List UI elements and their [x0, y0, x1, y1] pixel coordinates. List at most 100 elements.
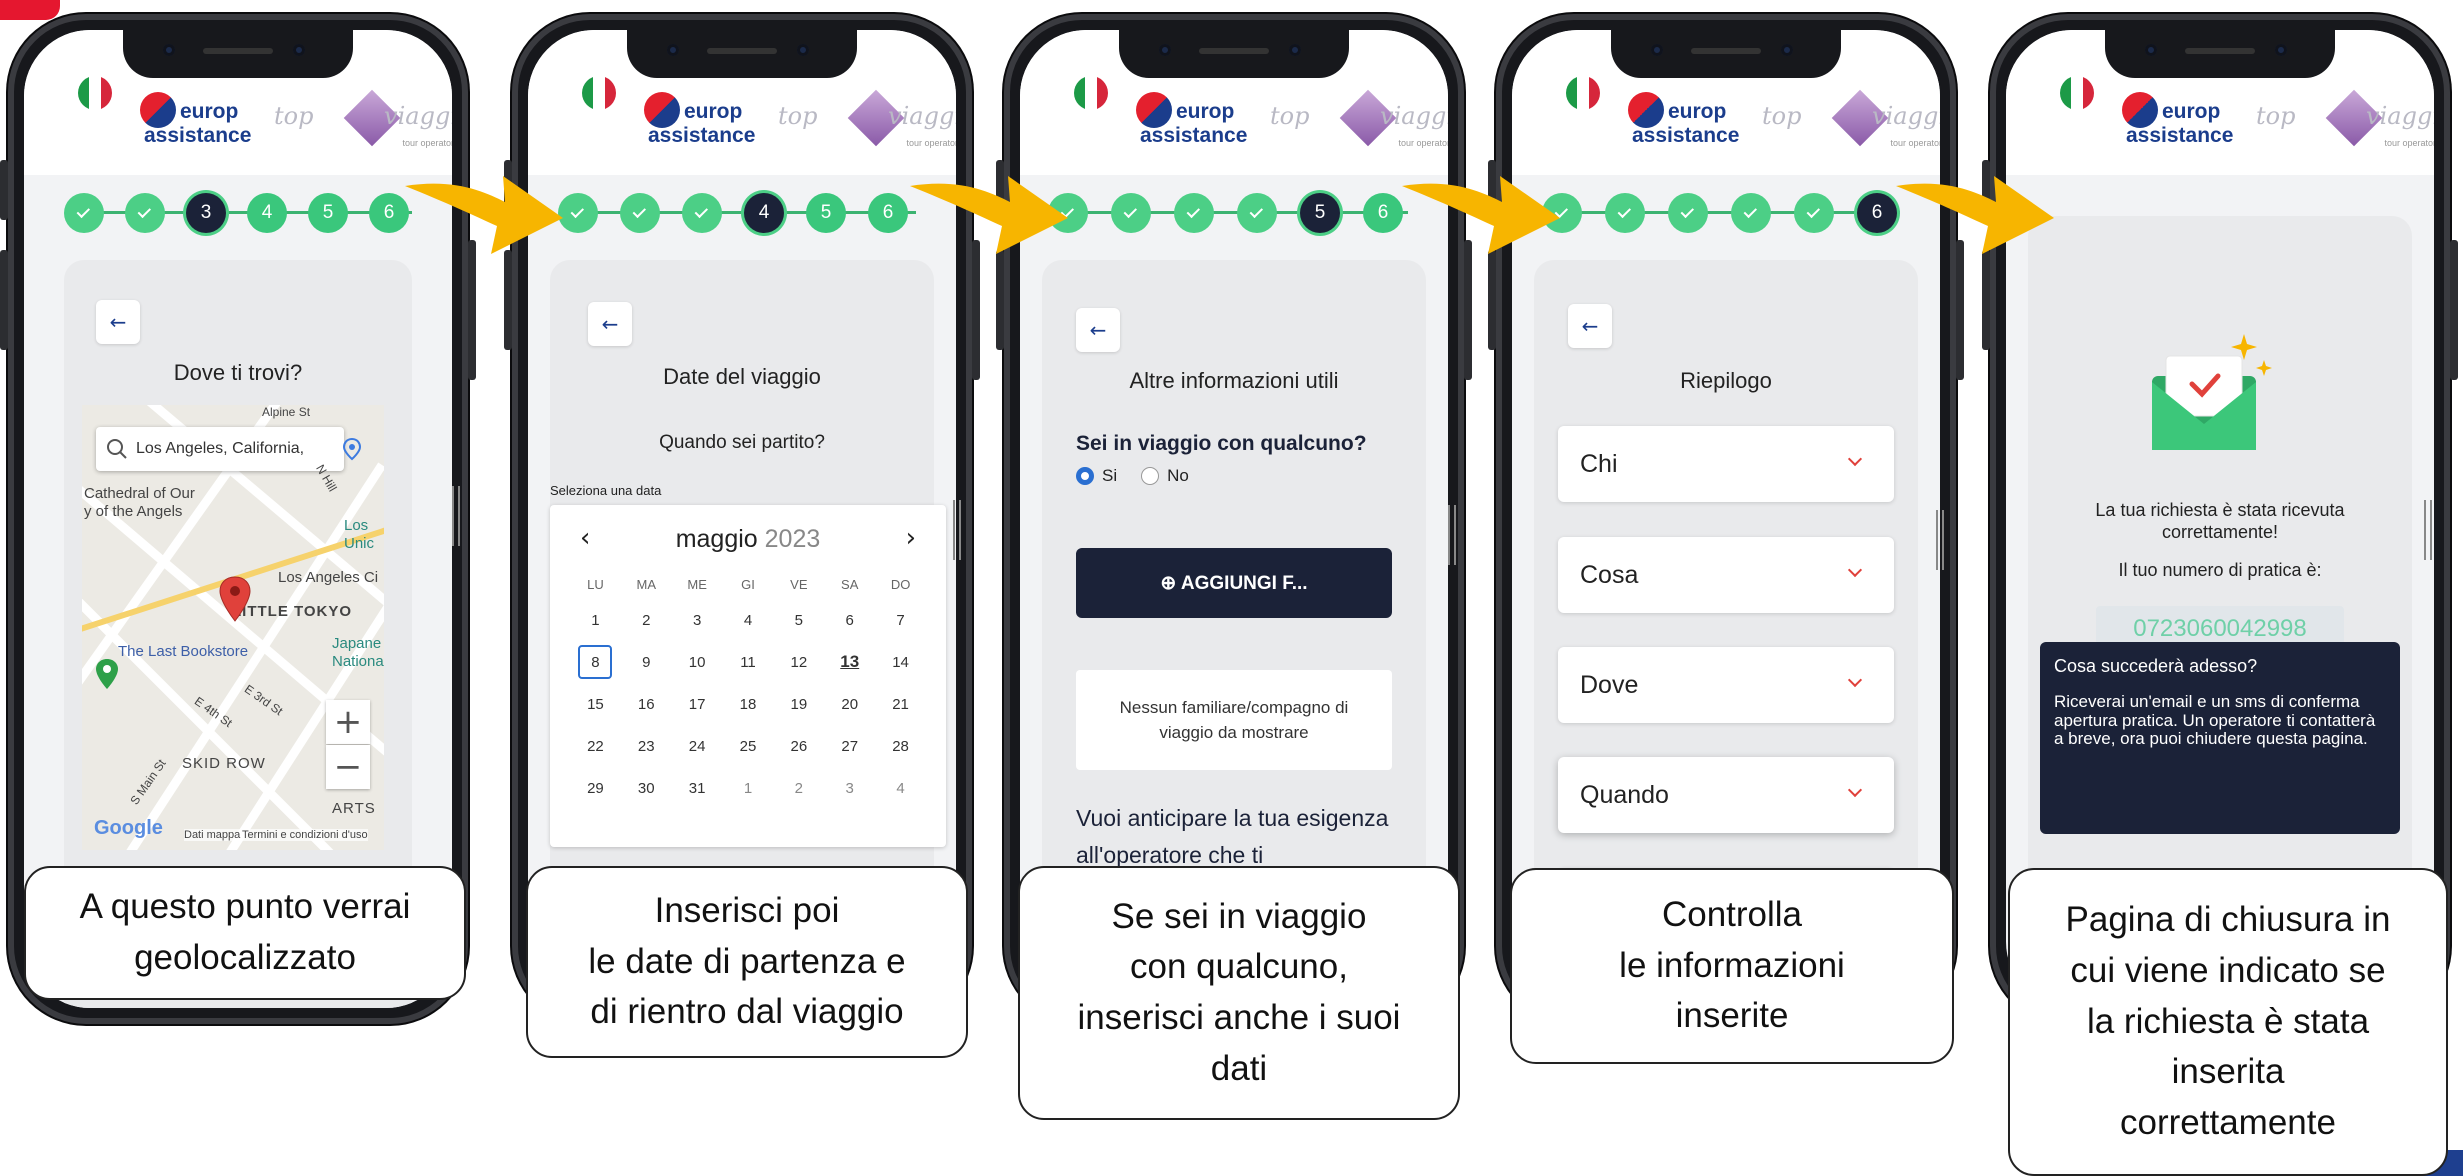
radio-yes[interactable] [1076, 467, 1094, 485]
next-arrow-icon [1896, 176, 2054, 254]
europ-assistance-logo: europ assistance [2122, 92, 2242, 162]
radio-no[interactable] [1141, 467, 1160, 485]
screen-companions: europ assistance top viaggi tour operator 5… [1020, 30, 1448, 1008]
calendar-day[interactable]: 26 [773, 725, 824, 767]
step-5-done-icon [1794, 193, 1834, 233]
europ-assistance-logo: europ assistance [644, 92, 764, 162]
step-3-done-icon [682, 193, 722, 233]
map-data-link[interactable]: Dati mappa [184, 829, 241, 841]
search-icon [107, 439, 127, 459]
summary-section-cosa[interactable]: Cosa [1558, 537, 1894, 613]
summary-section-dove[interactable]: Dove [1558, 647, 1894, 723]
back-button[interactable]: ← [1076, 308, 1120, 352]
location-pin-icon[interactable] [342, 437, 362, 461]
scroll-handle[interactable] [452, 486, 460, 546]
step-6: 6 [369, 193, 409, 233]
calendar-day-today[interactable]: 13 [824, 641, 875, 683]
next-month-button[interactable]: › [906, 523, 916, 553]
calendar[interactable]: ‹ maggio 2023 › LU MA ME GI VE SA DO 1 2 3 4 5 6 7 8 9 1… [550, 505, 946, 847]
calendar-day[interactable]: 19 [773, 683, 824, 725]
zoom-in-button[interactable]: + [326, 700, 370, 744]
calendar-day[interactable]: 20 [824, 683, 875, 725]
map-search-input[interactable]: Los Angeles, California, [96, 427, 344, 471]
calendar-day[interactable]: 17 [672, 683, 723, 725]
caption-step-4: Controlla le informazioni inserite [1510, 868, 1954, 1064]
calendar-day[interactable]: 3 [824, 767, 875, 809]
back-button[interactable]: ← [1568, 304, 1612, 348]
calendar-day[interactable]: 31 [672, 767, 723, 809]
step-4: 4 [247, 193, 287, 233]
calendar-day[interactable]: 16 [621, 683, 672, 725]
summary-section-chi[interactable]: Chi [1558, 426, 1894, 502]
top-viaggi-logo: top viaggi tour operator [274, 86, 452, 166]
next-steps-panel: Cosa succederà adesso? Riceverai un'emai… [2040, 642, 2400, 834]
map-terms-link[interactable]: Termini e condizioni d'uso [242, 829, 368, 841]
step-6-current: 6 [1857, 193, 1897, 233]
calendar-day-selected[interactable]: 8 [570, 641, 621, 683]
calendar-day[interactable]: 14 [875, 641, 926, 683]
zoom-out-button[interactable]: − [326, 745, 370, 789]
calendar-day[interactable]: 28 [875, 725, 926, 767]
weekday-header: ME [687, 576, 707, 592]
page-title: Altre informazioni utili [1129, 368, 1339, 393]
brand-corner-red [0, 0, 60, 20]
calendar-day[interactable]: 11 [723, 641, 774, 683]
calendar-day[interactable]: 2 [621, 599, 672, 641]
add-companion-button[interactable]: ⊕ AGGIUNGI F... [1076, 548, 1392, 618]
calendar-day[interactable]: 10 [672, 641, 723, 683]
calendar-day[interactable]: 24 [672, 725, 723, 767]
calendar-day[interactable]: 1 [570, 599, 621, 641]
top-viaggi-logo: top viaggi tour operator [1762, 86, 1940, 166]
top-viaggi-logo: top viaggi tour operator [2256, 86, 2434, 166]
scroll-handle[interactable] [953, 500, 961, 560]
calendar-day[interactable]: 9 [621, 641, 672, 683]
weekday-header: SA [841, 576, 859, 592]
weekday-header: MA [636, 576, 657, 592]
calendar-day[interactable]: 1 [723, 767, 774, 809]
calendar-day[interactable]: 23 [621, 725, 672, 767]
calendar-day[interactable]: 7 [875, 599, 926, 641]
progress-stepper: 3 4 5 6 [24, 188, 452, 238]
back-button[interactable]: ← [96, 300, 140, 344]
summary-section-quando[interactable]: Quando [1558, 757, 1894, 833]
chevron-down-icon [1847, 451, 1863, 467]
calendar-day[interactable]: 6 [824, 599, 875, 641]
next-steps-title: Cosa succederà adesso? [2054, 656, 2258, 676]
scroll-handle[interactable] [1448, 505, 1456, 565]
chevron-down-icon [1847, 672, 1863, 688]
weekday-header: GI [741, 576, 755, 592]
calendar-day[interactable]: 30 [621, 767, 672, 809]
scroll-handle[interactable] [1936, 510, 1944, 570]
calendar-day[interactable]: 21 [875, 683, 926, 725]
step-4-done-icon [1237, 193, 1277, 233]
italian-flag-icon[interactable] [78, 76, 112, 110]
italian-flag-icon[interactable] [1566, 76, 1600, 110]
calendar-day[interactable]: 12 [773, 641, 824, 683]
calendar-day[interactable]: 4 [723, 599, 774, 641]
calendar-day[interactable]: 3 [672, 599, 723, 641]
calendar-day[interactable]: 4 [875, 767, 926, 809]
calendar-day[interactable]: 5 [773, 599, 824, 641]
italian-flag-icon[interactable] [582, 76, 616, 110]
calendar-day[interactable]: 18 [723, 683, 774, 725]
calendar-day[interactable]: 15 [570, 683, 621, 725]
next-arrow-icon [910, 176, 1068, 254]
europ-assistance-logo: europ assistance [140, 92, 260, 162]
calendar-header: maggio 2023 [675, 525, 821, 553]
calendar-day[interactable]: 25 [723, 725, 774, 767]
italian-flag-icon[interactable] [1074, 76, 1108, 110]
scroll-handle[interactable] [2424, 500, 2432, 560]
calendar-day[interactable]: 29 [570, 767, 621, 809]
step-2-done-icon [1605, 193, 1645, 233]
map-marker-icon[interactable] [217, 575, 253, 623]
calendar-day[interactable]: 27 [824, 725, 875, 767]
step-3-current: 3 [186, 193, 226, 233]
back-button[interactable]: ← [588, 302, 632, 346]
calendar-grid: LU MA ME GI VE SA DO 1 2 3 4 5 6 7 8 9 10 11 12 13 14 15 16 17 1… [570, 569, 926, 809]
step-6: 6 [868, 193, 908, 233]
next-steps-body: Riceverai un'email e un sms di conferma … [2054, 692, 2376, 749]
calendar-day[interactable]: 22 [570, 725, 621, 767]
location-map[interactable]: Los Angeles, California, Cathedral of Ou… [82, 405, 384, 850]
italian-flag-icon[interactable] [2060, 76, 2094, 110]
calendar-day[interactable]: 2 [773, 767, 824, 809]
